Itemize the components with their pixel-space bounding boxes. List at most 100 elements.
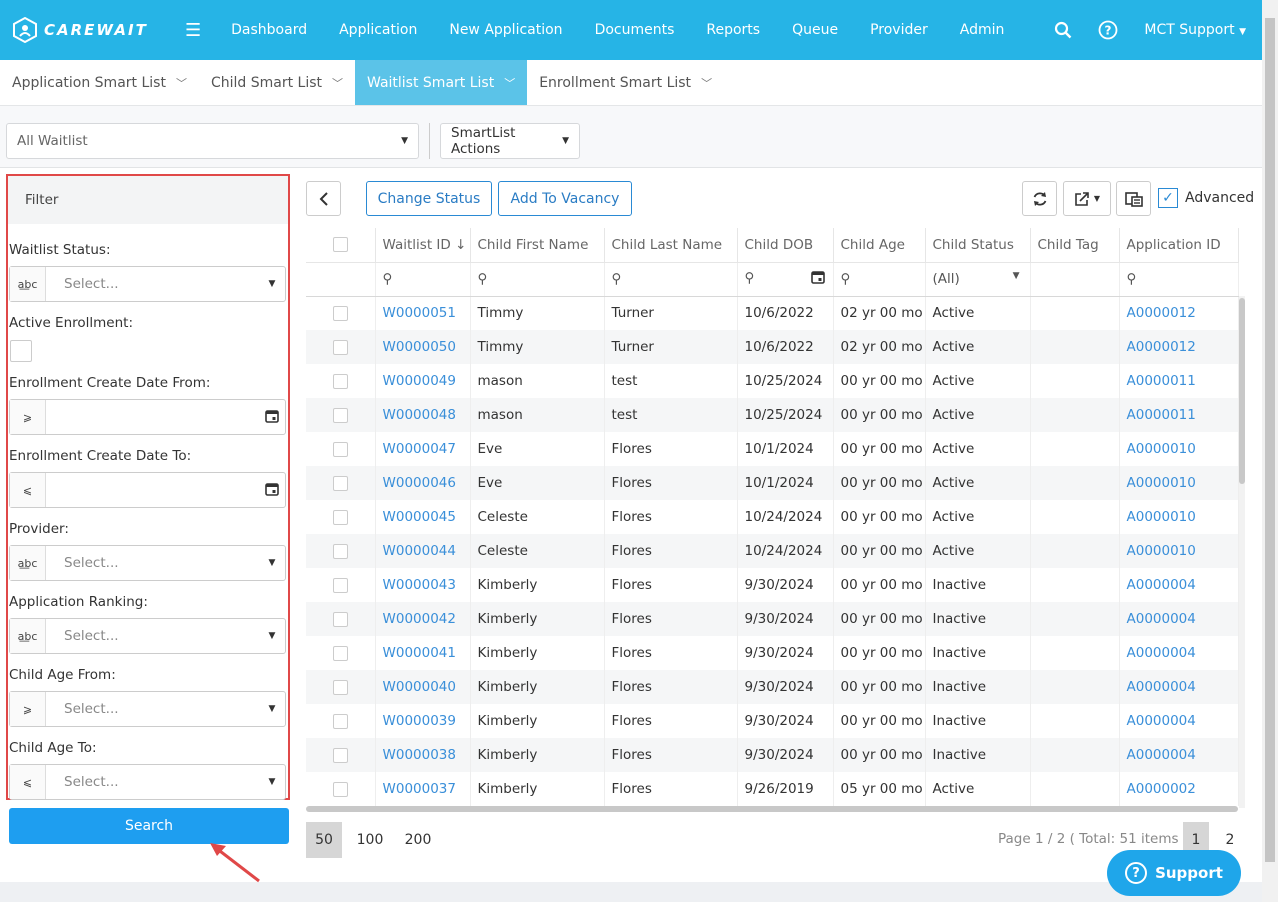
- waitlist-id-link[interactable]: W0000049: [375, 364, 471, 398]
- help-icon[interactable]: ?: [1098, 20, 1118, 40]
- row-checkbox[interactable]: [332, 713, 348, 729]
- change-status-button[interactable]: Change Status: [366, 181, 492, 216]
- filter-first-name[interactable]: ⚲: [470, 262, 605, 297]
- text-operator-icon[interactable]: a͟bc: [10, 267, 46, 301]
- application-id-link[interactable]: A0000010: [1119, 534, 1239, 568]
- nav-provider[interactable]: Provider: [870, 22, 928, 38]
- back-button[interactable]: [306, 181, 341, 216]
- col-child-tag[interactable]: Child Tag: [1030, 228, 1120, 263]
- row-checkbox[interactable]: [332, 339, 348, 355]
- page-size-100[interactable]: 100: [350, 822, 390, 858]
- filter-last-name[interactable]: ⚲: [604, 262, 738, 297]
- application-id-link[interactable]: A0000010: [1119, 500, 1239, 534]
- filter-tag[interactable]: [1030, 262, 1120, 297]
- nav-documents[interactable]: Documents: [595, 22, 675, 38]
- carewait-logo[interactable]: CAREWAIT: [12, 17, 180, 43]
- nav-dashboard[interactable]: Dashboard: [231, 22, 307, 38]
- waitlist-id-link[interactable]: W0000046: [375, 466, 471, 500]
- column-chooser-button[interactable]: [1116, 181, 1151, 216]
- table-row[interactable]: W0000037 Kimberly Flores 9/26/2019 05 yr 00 …: [306, 772, 1239, 806]
- application-id-link[interactable]: A0000010: [1119, 466, 1239, 500]
- create-date-to-input[interactable]: ⩽: [9, 472, 286, 508]
- waitlist-id-link[interactable]: W0000044: [375, 534, 471, 568]
- search-icon[interactable]: [1054, 21, 1072, 39]
- waitlist-id-link[interactable]: W0000041: [375, 636, 471, 670]
- table-row[interactable]: W0000049 mason test 10/25/2024 00 yr 00 mo Ac…: [306, 364, 1239, 398]
- advanced-toggle[interactable]: ✓ Advanced: [1158, 188, 1254, 208]
- waitlist-id-link[interactable]: W0000050: [375, 330, 471, 364]
- less-equal-operator-icon[interactable]: ⩽: [10, 473, 46, 507]
- tab-waitlist-smart-list[interactable]: Waitlist Smart List ﹀: [355, 60, 528, 105]
- support-button[interactable]: ? Support: [1107, 850, 1241, 896]
- filter-waitlist-id[interactable]: ⚲: [375, 262, 471, 297]
- waitlist-id-link[interactable]: W0000037: [375, 772, 471, 806]
- row-checkbox[interactable]: [332, 305, 348, 321]
- text-operator-icon[interactable]: a͟bc: [10, 619, 46, 653]
- nav-application[interactable]: Application: [339, 22, 417, 38]
- row-checkbox[interactable]: [332, 679, 348, 695]
- child-age-to-select[interactable]: ⩽ Select... ▼: [9, 764, 286, 800]
- child-age-from-select[interactable]: ⩾ Select... ▼: [9, 691, 286, 727]
- row-checkbox[interactable]: [332, 509, 348, 525]
- select-all-checkbox[interactable]: [332, 237, 348, 253]
- waitlist-id-link[interactable]: W0000042: [375, 602, 471, 636]
- waitlist-id-link[interactable]: W0000045: [375, 500, 471, 534]
- page-size-200[interactable]: 200: [398, 822, 438, 858]
- active-enrollment-checkbox[interactable]: [10, 340, 32, 362]
- export-dropdown-button[interactable]: ▼: [1063, 181, 1111, 216]
- table-row[interactable]: W0000044 Celeste Flores 10/24/2024 00 yr 00 …: [306, 534, 1239, 568]
- text-operator-icon[interactable]: a͟bc: [10, 546, 46, 580]
- table-row[interactable]: W0000040 Kimberly Flores 9/30/2024 00 yr 00 …: [306, 670, 1239, 704]
- hamburger-menu-icon[interactable]: ☰: [185, 20, 201, 41]
- waitlist-id-link[interactable]: W0000047: [375, 432, 471, 466]
- waitlist-id-link[interactable]: W0000040: [375, 670, 471, 704]
- create-date-from-input[interactable]: ⩾: [9, 399, 286, 435]
- row-checkbox[interactable]: [332, 747, 348, 763]
- waitlist-id-link[interactable]: W0000048: [375, 398, 471, 432]
- calendar-icon[interactable]: [259, 482, 285, 499]
- nav-admin[interactable]: Admin: [960, 22, 1005, 38]
- row-checkbox[interactable]: [332, 407, 348, 423]
- application-id-link[interactable]: A0000002: [1119, 772, 1239, 806]
- greater-equal-operator-icon[interactable]: ⩾: [10, 692, 46, 726]
- user-menu[interactable]: MCT Support ▼: [1144, 22, 1246, 38]
- row-checkbox[interactable]: [332, 543, 348, 559]
- row-checkbox[interactable]: [332, 577, 348, 593]
- check-icon[interactable]: ✓: [1158, 188, 1178, 208]
- application-id-link[interactable]: A0000011: [1119, 398, 1239, 432]
- table-row[interactable]: W0000048 mason test 10/25/2024 00 yr 00 mo Ac…: [306, 398, 1239, 432]
- waitlist-id-link[interactable]: W0000043: [375, 568, 471, 602]
- waitlist-id-link[interactable]: W0000038: [375, 738, 471, 772]
- provider-select[interactable]: a͟bc Select... ▼: [9, 545, 286, 581]
- nav-new-application[interactable]: New Application: [449, 22, 562, 38]
- search-button[interactable]: Search: [9, 808, 289, 844]
- col-child-last-name[interactable]: Child Last Name: [604, 228, 738, 263]
- list-selector-dropdown[interactable]: All Waitlist ▼: [6, 123, 419, 159]
- row-checkbox[interactable]: [332, 475, 348, 491]
- table-row[interactable]: W0000038 Kimberly Flores 9/30/2024 00 yr 00 …: [306, 738, 1239, 772]
- less-equal-operator-icon[interactable]: ⩽: [10, 765, 46, 799]
- waitlist-id-link[interactable]: W0000039: [375, 704, 471, 738]
- grid-vertical-scroll-thumb[interactable]: [1239, 298, 1245, 484]
- col-child-age[interactable]: Child Age: [833, 228, 926, 263]
- application-id-link[interactable]: A0000011: [1119, 364, 1239, 398]
- application-id-link[interactable]: A0000012: [1119, 296, 1239, 330]
- table-row[interactable]: W0000045 Celeste Flores 10/24/2024 00 yr 00 …: [306, 500, 1239, 534]
- application-id-link[interactable]: A0000004: [1119, 568, 1239, 602]
- filter-dob[interactable]: ⚲: [737, 262, 834, 297]
- tab-application-smart-list[interactable]: Application Smart List ﹀: [0, 60, 199, 105]
- col-child-first-name[interactable]: Child First Name: [470, 228, 605, 263]
- table-row[interactable]: W0000047 Eve Flores 10/1/2024 00 yr 00 mo Act…: [306, 432, 1239, 466]
- refresh-button[interactable]: [1022, 181, 1057, 216]
- row-checkbox[interactable]: [332, 441, 348, 457]
- application-id-link[interactable]: A0000004: [1119, 704, 1239, 738]
- calendar-icon[interactable]: [259, 409, 285, 426]
- application-id-link[interactable]: A0000004: [1119, 602, 1239, 636]
- col-child-dob[interactable]: Child DOB: [737, 228, 834, 263]
- filter-application-id[interactable]: ⚲: [1119, 262, 1239, 297]
- col-child-status[interactable]: Child Status: [925, 228, 1031, 263]
- greater-equal-operator-icon[interactable]: ⩾: [10, 400, 46, 434]
- row-checkbox[interactable]: [332, 781, 348, 797]
- nav-queue[interactable]: Queue: [792, 22, 838, 38]
- application-id-link[interactable]: A0000012: [1119, 330, 1239, 364]
